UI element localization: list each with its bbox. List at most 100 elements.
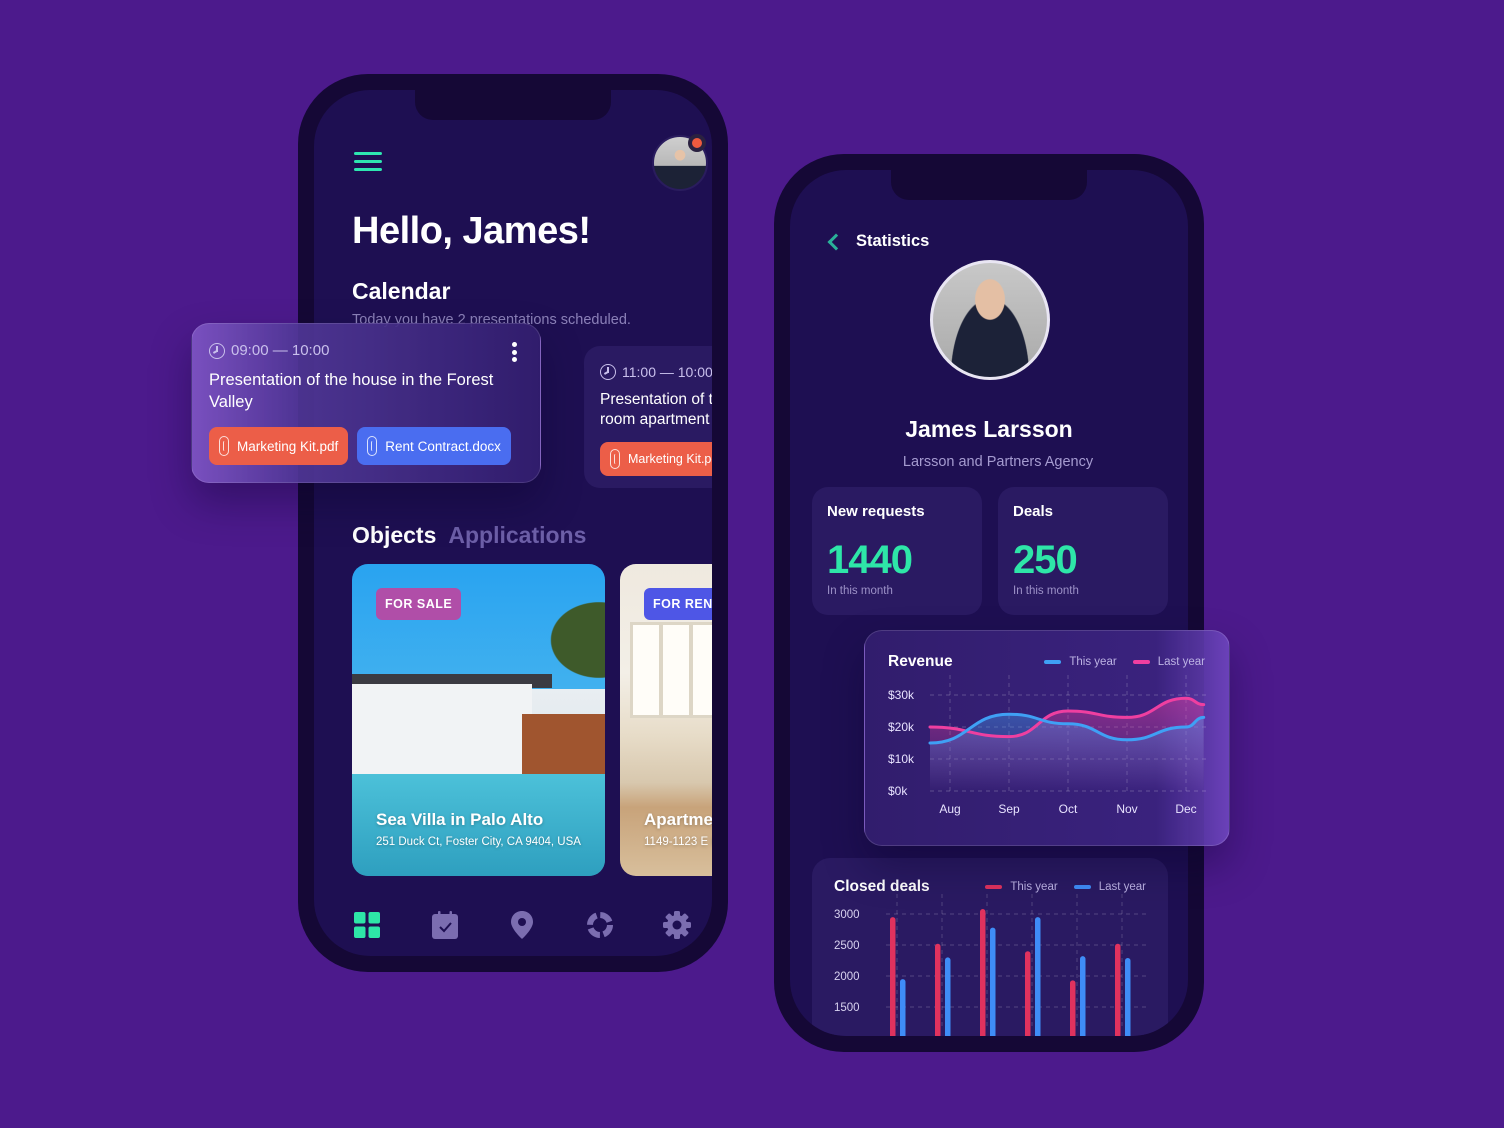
location-pin-icon <box>511 911 533 939</box>
legend-item: Last year <box>1073 881 1146 893</box>
y-tick-label: 2000 <box>834 971 860 983</box>
stat-value: 250 <box>1013 538 1078 582</box>
event-card-featured[interactable]: 09:00 — 10:00 Presentation of the house … <box>191 323 541 483</box>
revenue-chart: $0k $10k $20k $30k Aug Sep Oct Nov Dec <box>888 675 1208 816</box>
grid-icon <box>354 912 380 938</box>
legend-swatch <box>1132 660 1150 664</box>
nav-calendar[interactable] <box>430 910 460 940</box>
donut-chart-icon <box>586 912 613 938</box>
calendar-title: Calendar <box>352 278 451 304</box>
for-sale-badge: FOR SALE <box>376 588 462 620</box>
nav-analytics[interactable] <box>585 910 615 940</box>
statistics-screen: Statistics James Larsson Larsson and Par… <box>790 170 1188 1036</box>
bar-this-year <box>935 943 941 1036</box>
legend-swatch <box>1073 885 1091 889</box>
bar-last-year <box>945 957 951 1036</box>
property-card[interactable]: FOR RENT Apartment 1149-1123 E Hillsd <box>620 564 712 876</box>
stat-card-deals[interactable]: Deals 250 In this month <box>998 487 1168 615</box>
attachment-chip[interactable]: Marketing Kit.pdf <box>209 427 349 465</box>
event-time: 09:00 — 10:00 <box>209 342 523 359</box>
attachment-chip[interactable]: Rent Contract.docx <box>357 427 511 465</box>
closed-deals-chart: 3000 2500 2000 1500 <box>834 894 1146 1036</box>
statistics-phone: Statistics James Larsson Larsson and Par… <box>774 154 1204 1052</box>
attachment-name: Marketing Kit.pdf <box>628 452 712 466</box>
legend-label: Last year <box>1098 881 1146 893</box>
bottom-nav <box>352 910 692 940</box>
attachment-name: Marketing Kit.pdf <box>237 438 339 454</box>
y-tick-label: $10k <box>888 752 915 766</box>
phone-notch <box>415 90 611 120</box>
profile-name: James Larsson <box>905 416 1073 442</box>
gear-icon <box>663 911 691 939</box>
event-time: 11:00 — 10:00 <box>600 364 712 380</box>
nav-home[interactable] <box>352 910 382 940</box>
x-tick-label: Oct <box>1059 802 1078 816</box>
y-tick-label: $30k <box>888 688 915 702</box>
legend-item: This year <box>1044 656 1117 668</box>
x-tick-label: Dec <box>1175 802 1196 816</box>
y-tick-label: $0k <box>888 784 908 798</box>
event-title: Presentation of the house in the Forest … <box>209 371 494 411</box>
legend-swatch <box>1044 660 1062 664</box>
attachment-chip[interactable]: Marketing Kit.pdf <box>600 442 712 476</box>
nav-settings[interactable] <box>662 910 692 940</box>
paperclip-icon <box>367 436 378 456</box>
property-address: 251 Duck Ct, Foster City, CA 9404, USA <box>376 836 581 848</box>
revenue-card: Revenue This year Last year $0k $10k $20k $… <box>864 630 1230 846</box>
hamburger-menu-icon[interactable] <box>354 152 382 172</box>
bar-this-year <box>1025 951 1031 1036</box>
home-phone: Hello, James! Calendar Today you have 2 … <box>298 74 728 972</box>
tab-applications[interactable]: Applications <box>448 522 586 549</box>
nav-map[interactable] <box>507 910 537 940</box>
stat-sub: In this month <box>827 585 893 597</box>
bar-this-year <box>1070 980 1076 1036</box>
bar-this-year <box>980 909 986 1036</box>
y-tick-label: $20k <box>888 720 915 734</box>
legend-swatch <box>985 885 1003 889</box>
paperclip-icon <box>219 436 229 456</box>
event-time-text: 11:00 — 10:00 <box>622 364 712 380</box>
y-tick-label: 3000 <box>834 909 860 921</box>
palm-tree-image <box>515 574 605 684</box>
x-tick-label: Aug <box>939 802 960 816</box>
event-title: Presentation of the room apartment <box>600 391 712 428</box>
stat-value: 1440 <box>827 538 913 582</box>
bar-last-year <box>1035 917 1041 1036</box>
calendar-check-icon <box>431 911 458 939</box>
tab-objects[interactable]: Objects <box>352 522 436 549</box>
stat-sub: In this month <box>1013 585 1079 597</box>
objects-tabs: Objects Applications <box>352 522 586 549</box>
chart-title: Closed deals <box>834 878 930 895</box>
legend-item: Last year <box>1132 656 1205 668</box>
bar-last-year <box>1125 958 1131 1036</box>
event-time-text: 09:00 — 10:00 <box>231 342 330 359</box>
stat-label: Deals <box>1013 503 1054 520</box>
y-tick-label: 1500 <box>834 1002 860 1014</box>
chart-legend: This year Last year <box>985 881 1146 893</box>
back-chevron-icon[interactable] <box>827 233 845 250</box>
property-name: Apartment <box>644 810 712 829</box>
property-card[interactable]: FOR SALE Sea Villa in Palo Alto 251 Duck… <box>352 564 605 876</box>
stat-card-new-requests[interactable]: New requests 1440 In this month <box>812 487 982 615</box>
x-tick-label: Sep <box>998 802 1020 816</box>
legend-label: This year <box>1010 881 1058 893</box>
profile-agency: Larsson and Partners Agency <box>902 454 1094 470</box>
home-screen: Hello, James! Calendar Today you have 2 … <box>314 90 712 956</box>
attachment-name: Rent Contract.docx <box>385 438 501 454</box>
bar-this-year <box>890 917 896 1036</box>
stat-label: New requests <box>827 503 925 520</box>
chart-legend: This year Last year <box>1044 656 1205 668</box>
legend-label: This year <box>1069 656 1117 668</box>
clock-icon <box>600 364 616 380</box>
more-options-icon[interactable] <box>512 342 518 362</box>
y-tick-label: 2500 <box>834 940 860 952</box>
property-name: Sea Villa in Palo Alto <box>376 810 544 829</box>
legend-label: Last year <box>1157 656 1205 668</box>
for-rent-badge: FOR RENT <box>644 588 712 620</box>
bar-last-year <box>990 927 996 1036</box>
bar-last-year <box>900 979 906 1036</box>
profile-avatar <box>930 260 1050 380</box>
closed-deals-card: Closed deals This year Last year 3000 250… <box>812 858 1168 1036</box>
event-card[interactable]: 11:00 — 10:00 Presentation of the room a… <box>584 346 712 488</box>
greeting-title: Hello, James! <box>352 210 591 252</box>
